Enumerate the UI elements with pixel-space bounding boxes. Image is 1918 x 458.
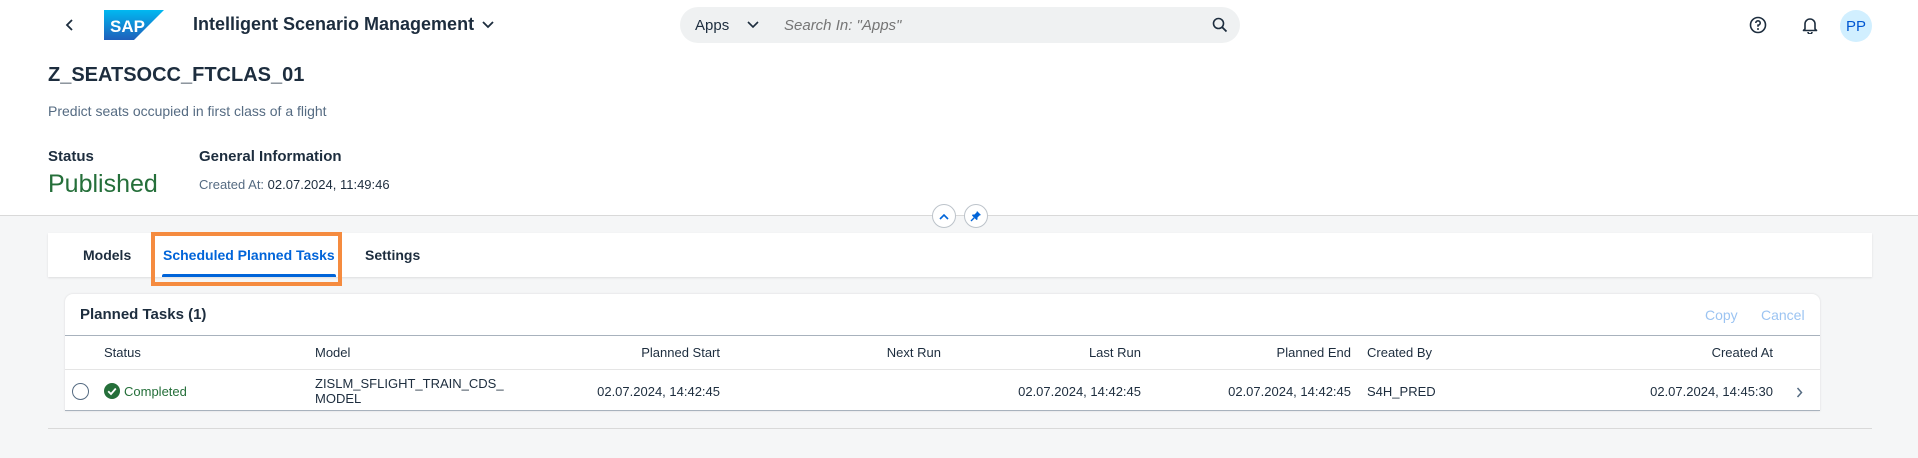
column-header-next-run[interactable]: Next Run bbox=[745, 345, 941, 360]
copy-button[interactable]: Copy bbox=[1705, 307, 1738, 323]
tab-bar: Models Scheduled Planned Tasks Settings bbox=[48, 233, 1872, 277]
table-row-divider bbox=[65, 369, 1820, 370]
created-at-cell: 02.07.2024, 14:45:30 bbox=[1650, 384, 1773, 399]
collapse-header-button[interactable] bbox=[932, 204, 956, 228]
column-header-planned-start[interactable]: Planned Start bbox=[525, 345, 720, 360]
chevron-left-icon bbox=[65, 19, 73, 31]
page-title: Z_SEATSOCC_FTCLAS_01 bbox=[48, 64, 305, 86]
search-bar: Apps bbox=[680, 7, 1240, 43]
status-label: Status bbox=[48, 148, 94, 165]
back-button[interactable] bbox=[58, 13, 82, 37]
tab-models[interactable]: Models bbox=[83, 233, 131, 277]
cancel-button[interactable]: Cancel bbox=[1761, 307, 1805, 323]
column-header-model[interactable]: Model bbox=[315, 345, 350, 360]
shell-bar: SAP Intelligent Scenario Management Apps… bbox=[0, 0, 1918, 50]
avatar[interactable]: PP bbox=[1840, 10, 1872, 42]
notifications-button[interactable] bbox=[1798, 13, 1822, 37]
table-title: Planned Tasks (1) bbox=[80, 306, 207, 323]
chevron-right-icon bbox=[1796, 387, 1803, 397]
svg-text:SAP: SAP bbox=[110, 17, 145, 36]
last-run-cell: 02.07.2024, 14:42:45 bbox=[1018, 384, 1141, 399]
status-value: Published bbox=[48, 170, 158, 198]
status-text: Completed bbox=[124, 383, 187, 399]
table-header-divider bbox=[65, 335, 1820, 336]
search-scope-select[interactable]: Apps bbox=[680, 17, 776, 34]
model-cell: ZISLM_SFLIGHT_TRAIN_CDS_ MODEL bbox=[315, 376, 504, 406]
section-divider bbox=[48, 428, 1872, 429]
tab-settings[interactable]: Settings bbox=[365, 233, 420, 277]
column-header-created-at[interactable]: Created At bbox=[1565, 345, 1773, 360]
search-scope-value: Apps bbox=[695, 16, 730, 34]
help-icon bbox=[1749, 16, 1767, 34]
model-name-line1: ZISLM_SFLIGHT_TRAIN_CDS_ bbox=[315, 376, 504, 391]
object-header: Z_SEATSOCC_FTCLAS_01 Predict seats occup… bbox=[0, 50, 1918, 216]
row-select-radio[interactable] bbox=[72, 383, 89, 400]
page-subtitle: Predict seats occupied in first class of… bbox=[48, 103, 327, 119]
chevron-down-icon bbox=[482, 20, 494, 28]
app-title: Intelligent Scenario Management bbox=[193, 14, 475, 34]
app-title-menu[interactable]: Intelligent Scenario Management bbox=[193, 14, 494, 35]
search-button[interactable] bbox=[1200, 17, 1240, 33]
help-button[interactable] bbox=[1746, 13, 1770, 37]
created-at-field: Created At: 02.07.2024, 11:49:46 bbox=[199, 177, 390, 192]
model-name-line2: MODEL bbox=[315, 391, 362, 406]
table-bottom-divider bbox=[65, 410, 1820, 411]
search-input[interactable] bbox=[784, 16, 1200, 34]
row-navigation-button[interactable] bbox=[1791, 384, 1807, 400]
created-at-label: Created At: bbox=[199, 177, 265, 192]
pin-header-button[interactable] bbox=[964, 204, 988, 228]
tab-selected-indicator bbox=[162, 274, 336, 277]
column-header-status[interactable]: Status bbox=[104, 345, 141, 360]
search-icon bbox=[1212, 17, 1228, 33]
general-information-label: General Information bbox=[199, 148, 342, 165]
created-at-value: 02.07.2024, 11:49:46 bbox=[267, 177, 390, 192]
tab-scheduled-planned-tasks[interactable]: Scheduled Planned Tasks bbox=[163, 233, 335, 277]
success-check-icon bbox=[104, 383, 120, 399]
planned-tasks-table: Planned Tasks (1) Copy Cancel Status Mod… bbox=[65, 294, 1820, 411]
sap-logo[interactable]: SAP bbox=[104, 10, 164, 40]
column-header-last-run[interactable]: Last Run bbox=[945, 345, 1141, 360]
chevron-down-icon bbox=[747, 21, 759, 29]
pin-icon bbox=[970, 211, 981, 222]
column-header-planned-end[interactable]: Planned End bbox=[1155, 345, 1351, 360]
column-header-created-by[interactable]: Created By bbox=[1367, 345, 1432, 360]
chevron-up-icon bbox=[939, 213, 949, 220]
planned-start-cell: 02.07.2024, 14:42:45 bbox=[597, 384, 720, 399]
planned-end-cell: 02.07.2024, 14:42:45 bbox=[1228, 384, 1351, 399]
status-cell: Completed bbox=[104, 383, 187, 399]
bell-icon bbox=[1802, 18, 1818, 34]
created-by-cell: S4H_PRED bbox=[1367, 384, 1436, 399]
